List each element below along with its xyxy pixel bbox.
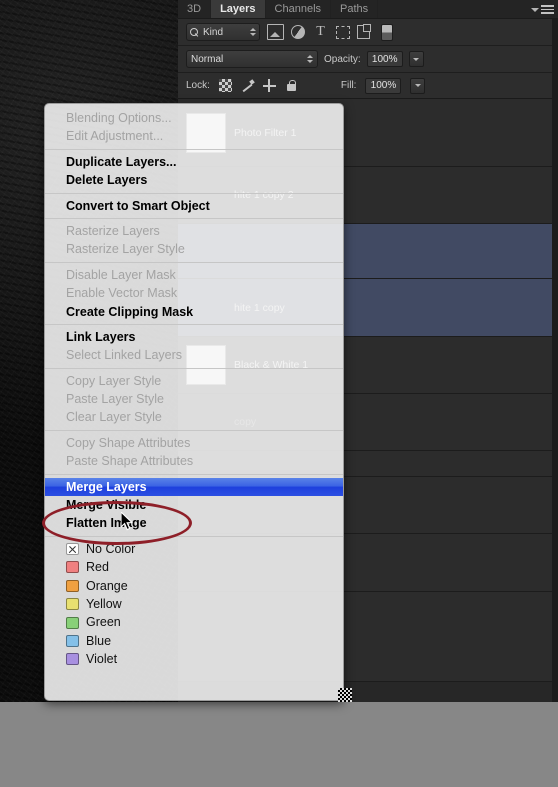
tab-channels[interactable]: Channels <box>265 0 332 18</box>
menu-color-item[interactable]: Red <box>45 558 343 576</box>
lock-transparent-pixels-icon[interactable] <box>218 79 232 92</box>
tab-layers[interactable]: Layers <box>211 0 266 18</box>
color-label: No Color <box>86 541 136 556</box>
lock-image-pixels-icon[interactable] <box>241 79 254 92</box>
app-root: 3D Layers Channels Paths Kind T Normal O… <box>0 0 558 787</box>
menu-item[interactable]: Create Clipping Mask <box>45 303 343 321</box>
color-label: Yellow <box>86 596 122 611</box>
menu-separator <box>45 323 343 325</box>
menu-item[interactable]: Delete Layers <box>45 171 343 189</box>
color-label: Orange <box>86 578 128 593</box>
adjustment-filter-icon[interactable] <box>291 25 305 39</box>
layer-filter-row: Kind T <box>178 19 558 46</box>
color-label: Green <box>86 615 121 630</box>
tab-layers-label: Layers <box>220 3 256 15</box>
opacity-value[interactable]: 100% <box>366 51 403 67</box>
lock-row: Lock: Fill: 100% <box>178 73 558 99</box>
menu-separator <box>45 473 343 475</box>
menu-separator <box>45 429 343 431</box>
color-label: Blue <box>86 633 112 648</box>
menu-item: Rasterize Layer Style <box>66 242 185 257</box>
type-filter-icon[interactable]: T <box>312 24 329 40</box>
menu-separator <box>45 148 343 150</box>
menu-separator <box>45 367 343 369</box>
tab-3d-label: 3D <box>187 3 202 15</box>
menu-item: Copy Shape Attributes <box>66 435 191 450</box>
color-label: Violet <box>86 652 118 667</box>
menu-item: Paste Shape Attributes <box>66 454 194 469</box>
menu-color-item[interactable]: Green <box>45 613 343 631</box>
filter-enable-toggle[interactable] <box>381 23 393 41</box>
blend-mode-row: Normal Opacity: 100% <box>178 46 558 73</box>
menu-separator <box>45 261 343 263</box>
menu-item[interactable]: Convert to Smart Object <box>45 197 343 215</box>
menu-color-item[interactable]: Yellow <box>45 595 343 613</box>
layer-context-menu[interactable]: Blending Options... Edit Adjustment... Dup… <box>44 103 344 701</box>
menu-item[interactable]: Flatten Image <box>45 514 343 532</box>
menu-separator <box>45 192 343 194</box>
filter-kind-select[interactable]: Kind <box>186 23 260 41</box>
desktop-background <box>0 702 558 787</box>
menu-item[interactable]: Link Layers <box>45 328 343 346</box>
menu-separator <box>45 535 343 537</box>
menu-item: Paste Layer Style <box>66 392 164 407</box>
chevron-down-icon <box>531 7 539 12</box>
menu-color-item[interactable]: Orange <box>45 577 343 595</box>
lock-position-icon[interactable] <box>262 79 276 92</box>
menu-color-item[interactable]: Violet <box>45 650 343 668</box>
color-swatch-icon <box>66 634 79 647</box>
menu-item: Copy Layer Style <box>66 373 162 388</box>
image-filter-icon[interactable] <box>267 24 284 40</box>
lock-all-icon[interactable] <box>285 79 298 92</box>
menu-color-item[interactable]: No Color <box>45 540 343 558</box>
transparency-marker <box>338 688 352 702</box>
color-swatch-icon <box>66 561 79 574</box>
tab-paths-label: Paths <box>340 3 369 15</box>
color-swatch-icon <box>66 616 79 629</box>
opacity-dropdown-icon[interactable] <box>408 51 424 67</box>
tab-channels-label: Channels <box>274 3 322 15</box>
color-swatch-icon <box>66 579 79 592</box>
fill-label: Fill: <box>340 80 357 91</box>
panel-right-edge <box>552 19 558 702</box>
menu-item[interactable]: Merge Visible <box>45 496 343 514</box>
fill-dropdown-icon[interactable] <box>410 77 426 94</box>
color-swatch-icon <box>66 598 79 611</box>
tab-paths[interactable]: Paths <box>331 0 379 18</box>
lock-label: Lock: <box>186 80 210 91</box>
color-swatch-icon <box>66 543 79 555</box>
menu-separator <box>45 217 343 219</box>
blend-mode-value: Normal <box>191 53 224 65</box>
menu-color-item[interactable]: Blue <box>45 632 343 650</box>
hamburger-icon <box>541 5 554 14</box>
blend-stepper-icon <box>307 55 313 63</box>
menu-item: Rasterize Layers <box>66 223 160 238</box>
menu-item: Select Linked Layers <box>66 348 183 363</box>
filter-kind-label: Kind <box>203 26 224 38</box>
tab-3d[interactable]: 3D <box>178 0 212 18</box>
menu-item: Blending Options... <box>66 111 172 125</box>
menu-item[interactable]: Merge Layers <box>45 477 343 497</box>
menu-item[interactable]: Duplicate Layers... <box>45 153 343 171</box>
shape-filter-icon[interactable] <box>336 25 350 39</box>
menu-item: Enable Vector Mask <box>66 286 178 301</box>
fill-value[interactable]: 100% <box>365 77 402 94</box>
blend-mode-select[interactable]: Normal <box>186 50 318 68</box>
panel-menu-icon[interactable] <box>528 3 554 16</box>
stepper-arrows-icon <box>250 28 256 36</box>
panel-tab-bar: 3D Layers Channels Paths <box>178 0 558 19</box>
search-icon <box>190 27 199 37</box>
color-label: Red <box>86 560 109 575</box>
color-swatch-icon <box>66 653 79 666</box>
menu-item: Disable Layer Mask <box>66 267 176 282</box>
smart-object-filter-icon[interactable] <box>357 24 371 39</box>
opacity-label: Opacity: <box>324 53 361 65</box>
menu-item: Edit Adjustment... <box>66 129 164 144</box>
menu-item: Clear Layer Style <box>66 410 162 425</box>
